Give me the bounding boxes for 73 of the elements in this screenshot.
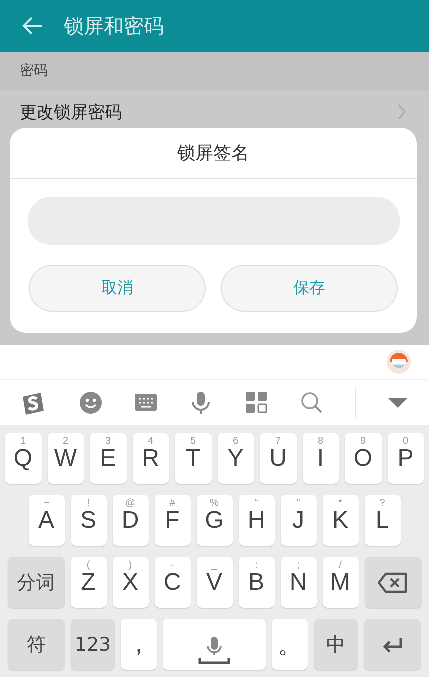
dropdown-triangle-icon[interactable] [387, 396, 410, 408]
setting-label[interactable]: 更改锁屏密码 [20, 100, 122, 124]
key[interactable]: : B [238, 557, 274, 608]
key-hint: ” [296, 498, 302, 509]
key[interactable]: @ D [112, 495, 148, 546]
section-header: 密码 [0, 52, 429, 90]
page-title: 锁屏和密码 [64, 12, 164, 40]
key[interactable]: ! S [70, 495, 106, 546]
grid-icon[interactable] [244, 390, 269, 414]
key[interactable]: ; N [280, 557, 316, 608]
key-hint: ! [86, 498, 91, 509]
key-hint: / [338, 560, 343, 571]
key[interactable]: ” J [280, 495, 316, 546]
key-hint: 9 [359, 436, 368, 447]
key[interactable]: ~ A [28, 495, 64, 546]
key[interactable]: * K [322, 495, 358, 546]
key[interactable]: - C [154, 557, 190, 608]
backspace-key[interactable] [364, 557, 422, 608]
key-hint: 2 [62, 436, 70, 447]
emoji-icon[interactable] [78, 390, 103, 414]
key-hint: : [254, 560, 259, 571]
key[interactable]: 7 U [260, 433, 296, 484]
key-hint: 3 [104, 436, 112, 447]
key[interactable]: 8 I [302, 433, 339, 484]
function-key[interactable]: 中 [314, 619, 358, 670]
space-key[interactable] [163, 619, 266, 670]
key-hint: - [170, 560, 176, 571]
key[interactable]: / M [322, 557, 358, 608]
key-hint: ( [86, 560, 92, 571]
key[interactable]: # F [154, 495, 190, 546]
dialog-title: 锁屏签名 [178, 142, 250, 166]
key-hint: % [209, 498, 220, 509]
key-hint: # [168, 498, 176, 509]
key[interactable]: 9 O [345, 433, 382, 484]
function-key[interactable]: 123 [71, 619, 115, 670]
key[interactable]: 6 Y [218, 433, 254, 484]
key-hint: 0 [402, 436, 410, 447]
key-hint: _ [210, 560, 218, 571]
key-hint: 4 [146, 436, 155, 447]
key[interactable]: _ V [196, 557, 232, 608]
key[interactable]: ( Z [70, 557, 106, 608]
backspace-icon [378, 572, 408, 594]
key-hint: ? [378, 498, 386, 509]
key-hint: “ [254, 498, 260, 509]
key-hint: 7 [274, 436, 282, 447]
mascot-icon [387, 350, 411, 374]
search-icon[interactable] [300, 390, 324, 414]
key-hint: 1 [19, 436, 28, 447]
key-hint: 8 [316, 436, 325, 447]
key[interactable]: ) X [112, 557, 148, 608]
key[interactable]: 。 [272, 619, 308, 670]
key-hint: ~ [42, 498, 50, 509]
key[interactable]: 5 T [175, 433, 212, 484]
key[interactable]: 4 R [132, 433, 169, 484]
back-arrow-icon[interactable] [22, 15, 44, 37]
key[interactable]: 2 W [48, 433, 84, 484]
key-hint: 6 [232, 436, 240, 447]
key[interactable]: “ H [238, 495, 274, 546]
function-key[interactable]: 符 [8, 619, 65, 670]
key[interactable]: % G [196, 495, 232, 546]
key-hint: * [338, 498, 344, 509]
key[interactable]: ? L [364, 495, 400, 546]
key-hint: @ [124, 498, 137, 509]
key-hint: ) [128, 560, 134, 571]
enter-key[interactable] [364, 619, 421, 670]
key[interactable]: , [121, 619, 157, 670]
key-hint: 5 [189, 436, 198, 447]
key[interactable]: 0 P [388, 433, 424, 484]
function-key[interactable]: 分词 [8, 557, 64, 608]
key[interactable]: 3 E [90, 433, 126, 484]
key[interactable]: 1 Q [5, 433, 42, 484]
chevron-icon [398, 104, 407, 120]
key-hint: ; [296, 560, 301, 571]
